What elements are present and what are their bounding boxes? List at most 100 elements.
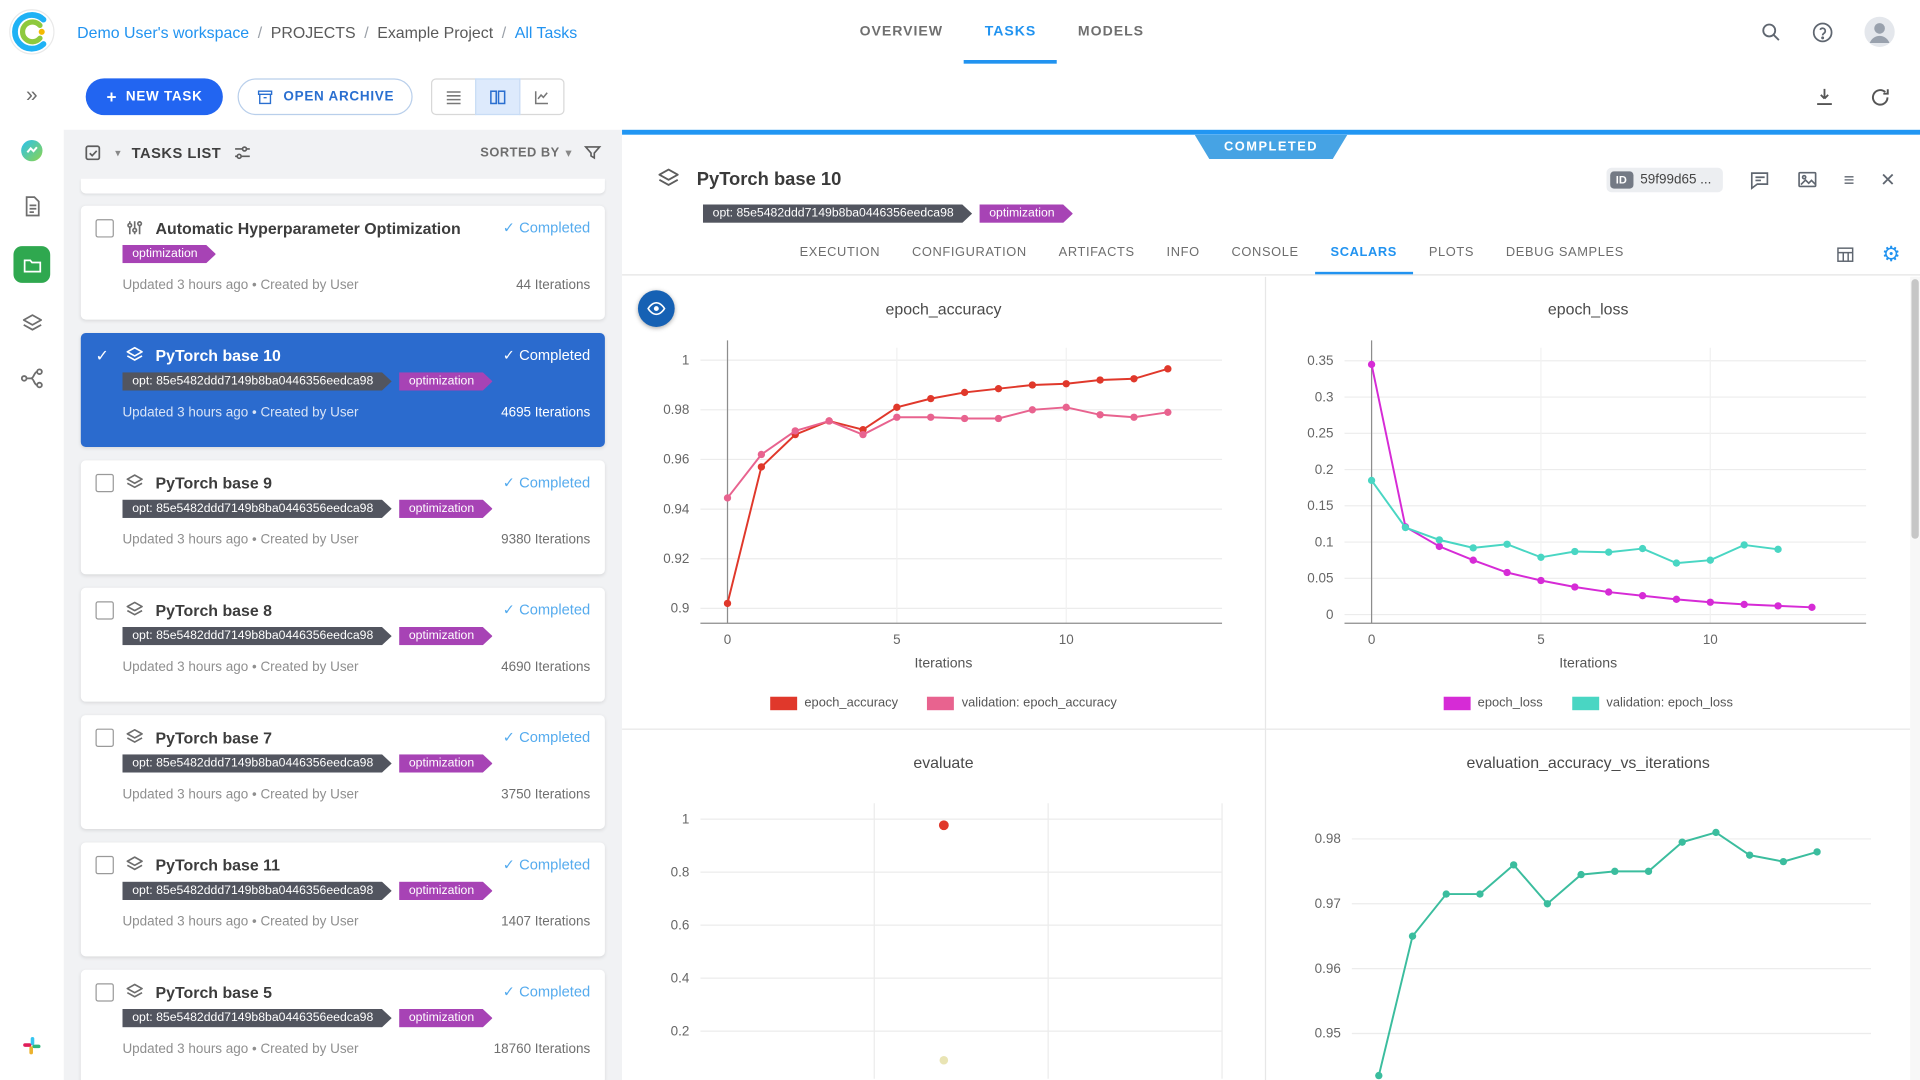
- chart-epoch-loss[interactable]: 00.050.10.150.20.250.30.350510: [1266, 333, 1910, 654]
- task-id-chip[interactable]: ID 59f99d65 ...: [1606, 168, 1722, 192]
- optimization-tag[interactable]: optimization: [979, 204, 1073, 222]
- table-view-button[interactable]: [431, 78, 476, 115]
- chart-epoch-accuracy[interactable]: 0.90.920.940.960.9810510: [622, 333, 1265, 654]
- legend-item[interactable]: epoch_accuracy: [770, 696, 898, 711]
- opt-tag[interactable]: opt: 85e5482ddd7149b8ba0446356eedca98: [122, 1009, 391, 1027]
- select-all-checkbox[interactable]: [83, 143, 104, 164]
- header-tab-models[interactable]: MODELS: [1057, 0, 1165, 64]
- cut-off-task-card[interactable]: [81, 179, 605, 194]
- optimization-tag[interactable]: optimization: [122, 245, 216, 263]
- auto-refresh-icon[interactable]: [1869, 85, 1892, 108]
- detail-tab-scalars[interactable]: SCALARS: [1315, 233, 1413, 275]
- chart-view-button[interactable]: [519, 78, 564, 115]
- user-avatar[interactable]: [1864, 16, 1896, 48]
- legend-item[interactable]: validation: epoch_loss: [1572, 696, 1733, 711]
- task-checkbox[interactable]: [96, 728, 114, 746]
- task-checkbox[interactable]: [96, 473, 114, 491]
- legend-item[interactable]: epoch_loss: [1443, 696, 1542, 711]
- task-checkbox[interactable]: [96, 983, 114, 1001]
- task-title[interactable]: Automatic Hyperparameter Optimization: [156, 219, 461, 237]
- task-type-icon: [656, 167, 680, 191]
- task-title[interactable]: PyTorch base 8: [156, 601, 272, 619]
- task-title[interactable]: PyTorch base 9: [156, 473, 272, 491]
- reports-icon[interactable]: [17, 191, 46, 220]
- download-icon[interactable]: [1813, 86, 1835, 108]
- column-settings-icon[interactable]: [232, 143, 252, 163]
- opt-tag[interactable]: opt: 85e5482ddd7149b8ba0446356eedca98: [122, 372, 391, 390]
- detail-tab-console[interactable]: CONSOLE: [1216, 233, 1315, 275]
- task-card[interactable]: ✓PyTorch base 10✓ Completedopt: 85e5482d…: [81, 333, 605, 447]
- details-menu-icon[interactable]: ≡: [1844, 170, 1855, 191]
- projects-icon[interactable]: [13, 246, 50, 283]
- detail-tab-artifacts[interactable]: ARTIFACTS: [1043, 233, 1151, 275]
- task-checkbox[interactable]: [96, 855, 114, 873]
- dashboard-icon[interactable]: [17, 136, 46, 165]
- task-card[interactable]: PyTorch base 9✓ Completedopt: 85e5482ddd…: [81, 460, 605, 574]
- sorted-by-dropdown[interactable]: SORTED BY ▾: [480, 146, 572, 161]
- optimization-tag[interactable]: optimization: [399, 500, 493, 518]
- header-tab-overview[interactable]: OVERVIEW: [839, 0, 964, 64]
- header-tab-tasks[interactable]: TASKS: [964, 0, 1057, 64]
- scrollbar-thumb[interactable]: [1911, 279, 1918, 539]
- task-card[interactable]: PyTorch base 8✓ Completedopt: 85e5482ddd…: [81, 588, 605, 702]
- select-dropdown-caret-icon[interactable]: ▾: [115, 146, 121, 159]
- filter-icon[interactable]: [583, 143, 603, 163]
- optimization-tag[interactable]: optimization: [399, 754, 493, 772]
- task-checkbox[interactable]: [96, 219, 114, 237]
- detail-tab-debug-samples[interactable]: DEBUG SAMPLES: [1490, 233, 1640, 275]
- optimization-tag[interactable]: optimization: [399, 1009, 493, 1027]
- detail-tab-info[interactable]: INFO: [1151, 233, 1216, 275]
- optimization-tag[interactable]: optimization: [399, 882, 493, 900]
- expand-rail-icon[interactable]: »: [17, 81, 46, 110]
- hide-plots-eye-button[interactable]: [638, 290, 675, 327]
- detail-tab-plots[interactable]: PLOTS: [1413, 233, 1490, 275]
- chart-title: epoch_loss: [1266, 291, 1910, 333]
- datasets-icon[interactable]: [17, 309, 46, 338]
- breadcrumb-item[interactable]: Demo User's workspace: [77, 23, 249, 41]
- opt-tag[interactable]: opt: 85e5482ddd7149b8ba0446356eedca98: [122, 500, 391, 518]
- debug-image-icon[interactable]: [1796, 169, 1818, 191]
- optimization-tag[interactable]: optimization: [399, 372, 493, 390]
- task-card[interactable]: Automatic Hyperparameter Optimization✓ C…: [81, 206, 605, 320]
- breadcrumb-item[interactable]: All Tasks: [515, 23, 578, 41]
- help-icon[interactable]: [1811, 20, 1834, 43]
- chart-title: evaluate: [622, 744, 1265, 786]
- task-title[interactable]: PyTorch base 7: [156, 728, 272, 746]
- opt-tag[interactable]: opt: 85e5482ddd7149b8ba0446356eedca98: [122, 882, 391, 900]
- status-banner: COMPLETED: [1195, 135, 1348, 159]
- vertical-scrollbar[interactable]: [1910, 277, 1920, 1080]
- toolbar: + NEW TASK OPEN ARCHIVE: [64, 64, 1920, 130]
- split-view-button[interactable]: [475, 78, 520, 115]
- opt-tag[interactable]: opt: 85e5482ddd7149b8ba0446356eedca98: [122, 754, 391, 772]
- task-card[interactable]: PyTorch base 7✓ Completedopt: 85e5482ddd…: [81, 715, 605, 829]
- checkbox-checked-icon[interactable]: ✓: [96, 347, 114, 363]
- task-title[interactable]: PyTorch base 11: [156, 855, 280, 873]
- optimization-tag[interactable]: optimization: [399, 627, 493, 645]
- pipelines-icon[interactable]: [17, 364, 46, 393]
- scalar-settings-gear-icon[interactable]: ⚙: [1882, 244, 1901, 265]
- detail-tab-configuration[interactable]: CONFIGURATION: [896, 233, 1043, 275]
- task-type-icon: [125, 727, 145, 747]
- chart-evaluation-accuracy-vs-iterations[interactable]: 0.950.960.970.98: [1266, 786, 1910, 1080]
- search-icon[interactable]: [1760, 21, 1782, 43]
- detail-tab-execution[interactable]: EXECUTION: [784, 233, 896, 275]
- metrics-table-icon[interactable]: [1835, 244, 1855, 264]
- clearml-logo-icon[interactable]: [9, 9, 56, 56]
- opt-tag[interactable]: opt: 85e5482ddd7149b8ba0446356eedca98: [122, 627, 391, 645]
- chart-evaluate[interactable]: 0.20.40.60.81: [622, 786, 1265, 1080]
- svg-text:0.98: 0.98: [663, 402, 689, 417]
- task-card[interactable]: PyTorch base 11✓ Completedopt: 85e5482dd…: [81, 842, 605, 956]
- task-detail-panel: COMPLETED PyTorch base 10 opt: 85e5482dd…: [622, 130, 1920, 1080]
- task-checkbox[interactable]: [96, 601, 114, 619]
- open-archive-button[interactable]: OPEN ARCHIVE: [238, 78, 413, 115]
- task-card[interactable]: PyTorch base 5✓ Completedopt: 85e5482ddd…: [81, 970, 605, 1080]
- slack-icon[interactable]: [17, 1031, 46, 1060]
- close-icon[interactable]: ✕: [1880, 169, 1895, 191]
- opt-tag[interactable]: opt: 85e5482ddd7149b8ba0446356eedca98: [703, 204, 972, 222]
- legend-item[interactable]: validation: epoch_accuracy: [927, 696, 1116, 711]
- task-title[interactable]: PyTorch base 10: [156, 346, 281, 364]
- new-task-button[interactable]: + NEW TASK: [86, 78, 224, 115]
- clearml-app: Demo User's workspace/PROJECTS/Example P…: [0, 0, 1920, 1080]
- task-title[interactable]: PyTorch base 5: [156, 983, 272, 1001]
- comment-icon[interactable]: [1748, 169, 1770, 191]
